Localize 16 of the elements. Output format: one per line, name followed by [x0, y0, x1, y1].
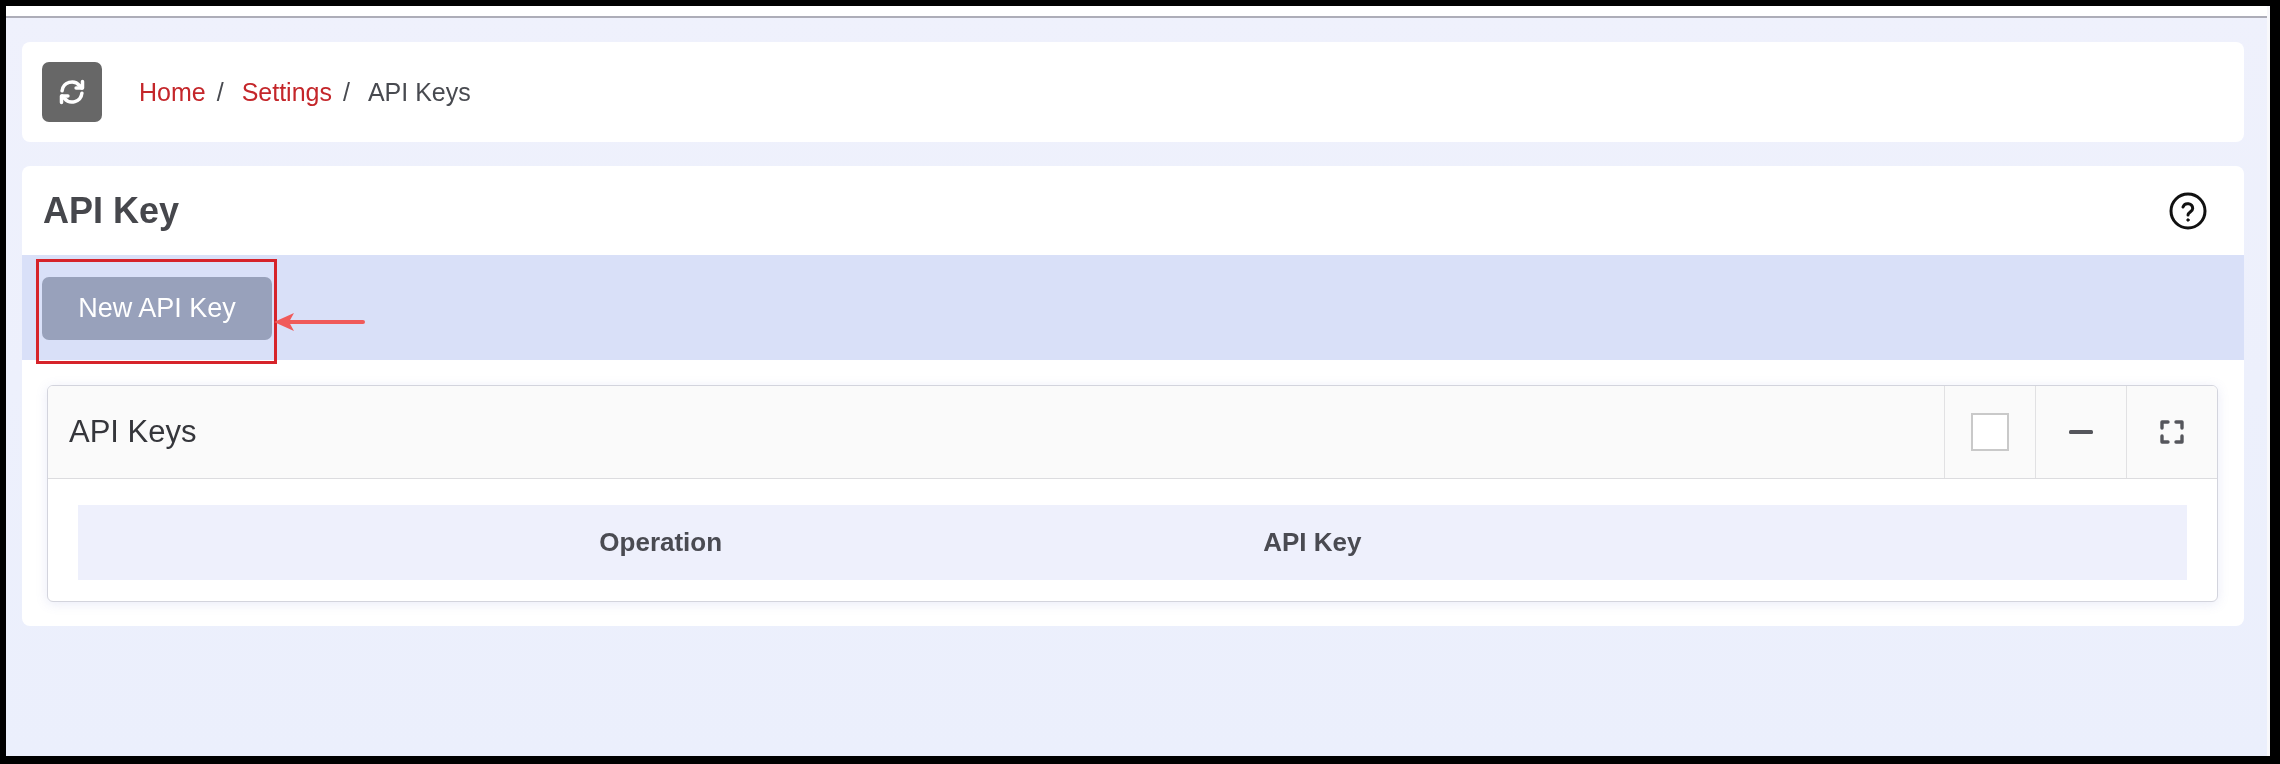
panel-title: API Keys [69, 414, 197, 450]
page-title: API Key [43, 189, 180, 232]
refresh-icon [58, 78, 86, 106]
checkbox[interactable] [1971, 413, 2009, 451]
column-header: Operation [598, 527, 724, 558]
breadcrumb-link[interactable]: Home [139, 77, 206, 107]
fullscreen-icon [2160, 420, 2184, 444]
breadcrumb-link[interactable]: Settings [241, 77, 332, 107]
help-button[interactable] [2169, 191, 2207, 230]
breadcrumb-separator: / [343, 77, 350, 107]
breadcrumb-separator: / [216, 77, 224, 107]
help-icon [2169, 191, 2207, 230]
refresh-button[interactable] [42, 62, 102, 122]
column-header: API Key [1262, 527, 1363, 558]
breadcrumb-current: API Keys [367, 77, 471, 107]
minus-icon [2069, 430, 2093, 434]
